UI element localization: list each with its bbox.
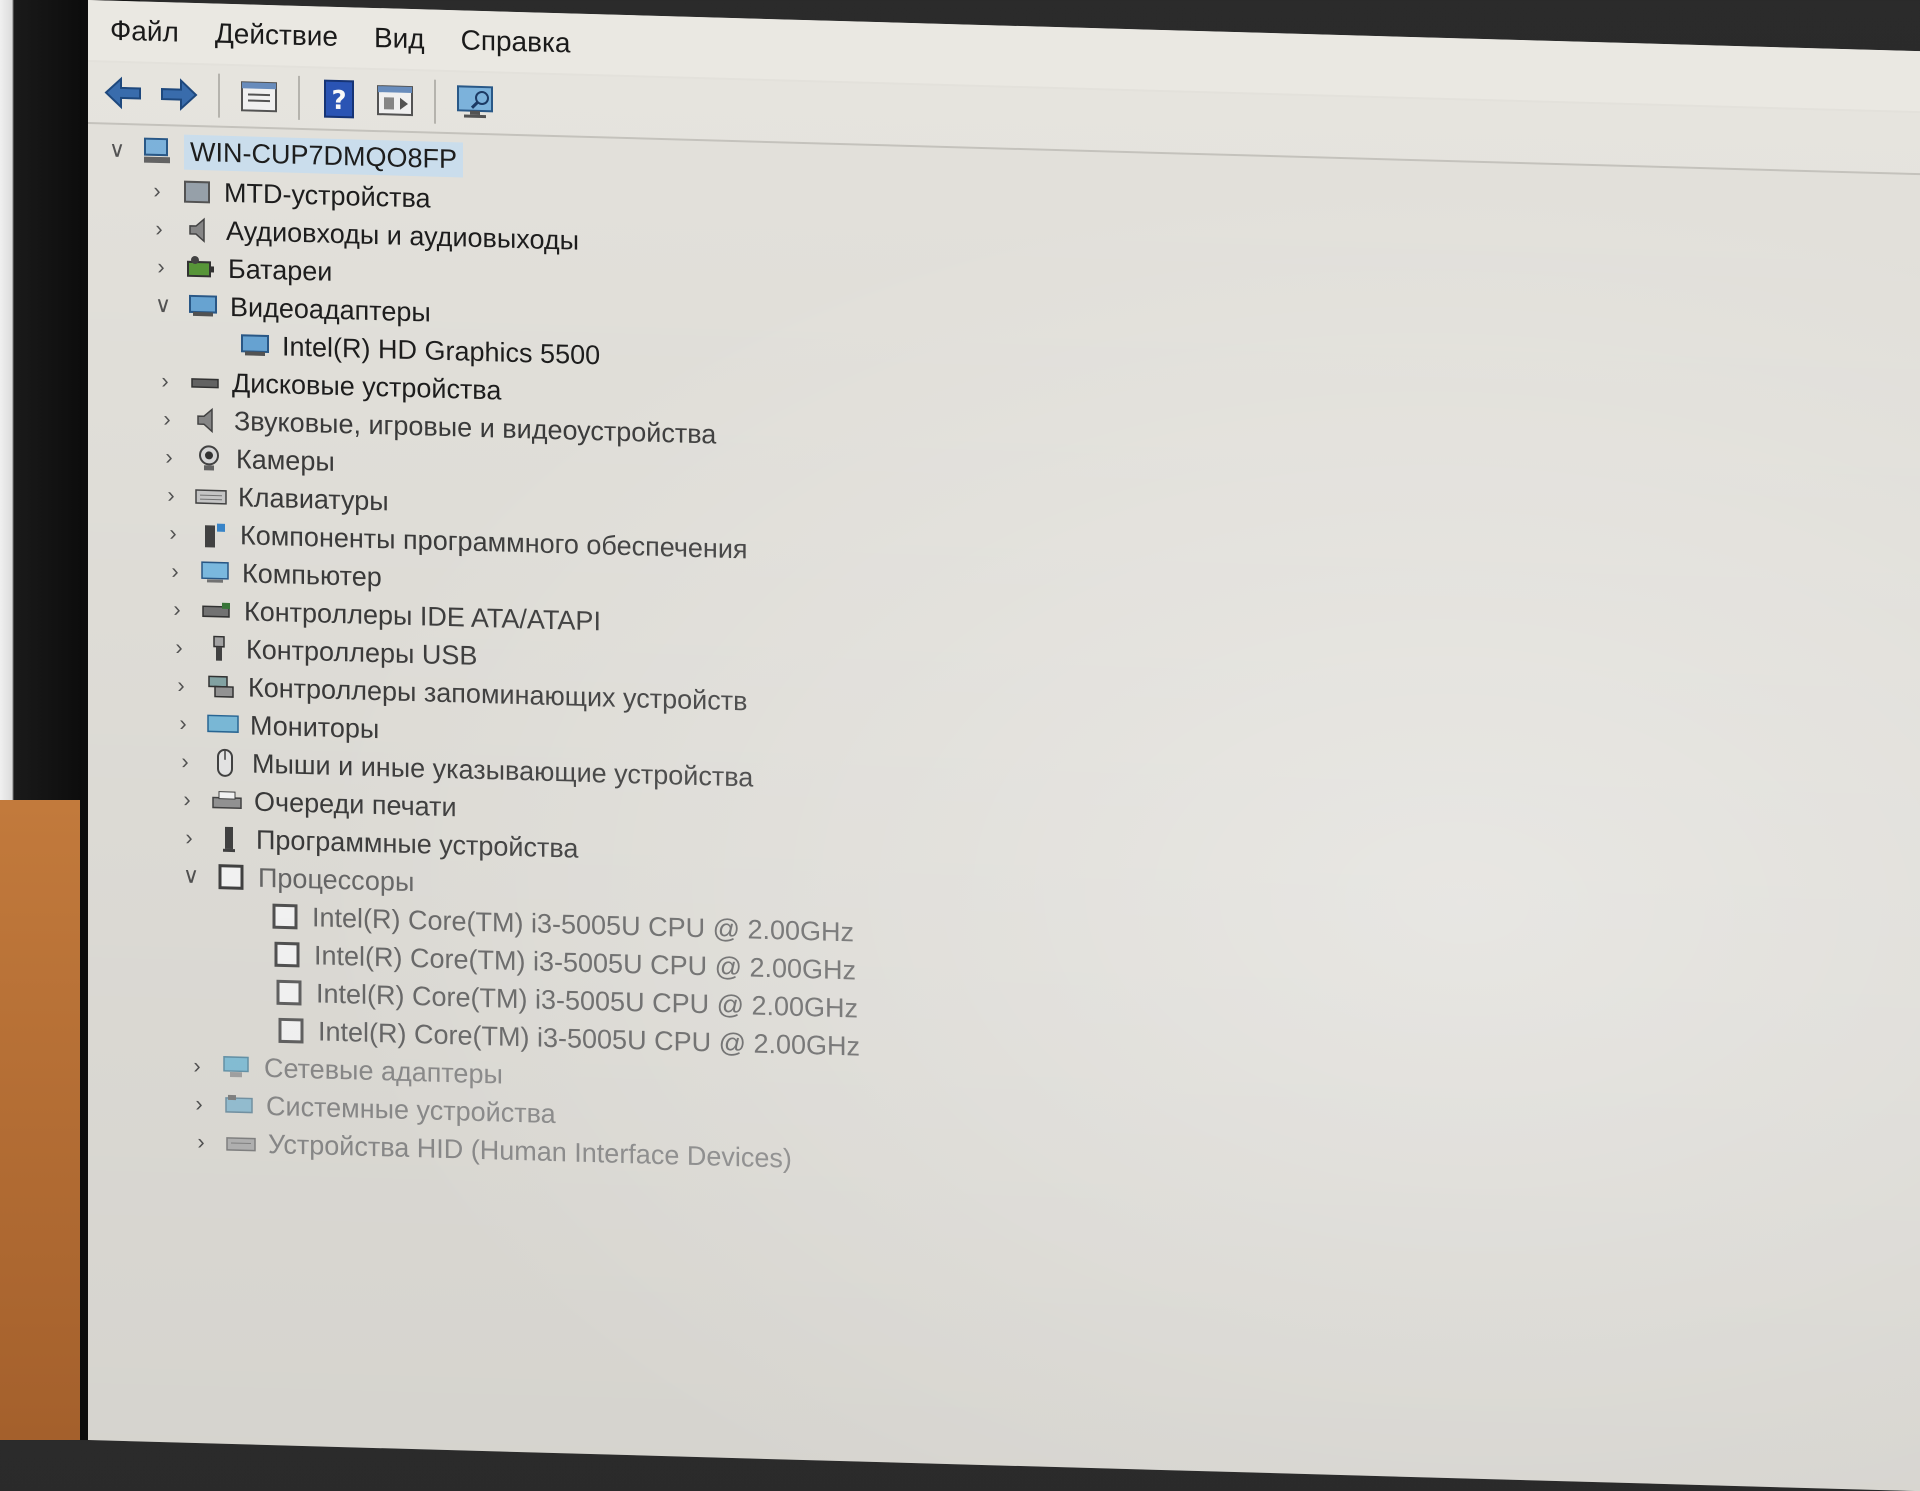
chevron-right-icon[interactable]: › — [152, 404, 182, 435]
printer-icon — [210, 785, 244, 816]
processor-icon — [272, 977, 306, 1008]
chevron-down-icon[interactable]: ∨ — [148, 290, 178, 321]
chevron-right-icon[interactable]: › — [182, 1051, 212, 1082]
chevron-down-icon[interactable]: ∨ — [102, 134, 132, 165]
forward-button[interactable] — [156, 71, 202, 118]
display-adapter-icon — [238, 330, 272, 361]
view-icon — [377, 85, 413, 117]
tree-category-label: Видеоадаптеры — [230, 291, 431, 328]
tree-category-label: Контроллеры IDE ATA/ATAPI — [244, 595, 601, 636]
chevron-right-icon[interactable]: › — [156, 480, 186, 511]
tree-category-label: Процессоры — [258, 862, 415, 897]
processor-icon — [214, 862, 248, 893]
help-icon: ? — [324, 79, 354, 119]
speaker-icon — [190, 405, 224, 436]
chevron-right-icon[interactable]: › — [144, 214, 174, 245]
tree-category-label: Мониторы — [250, 710, 380, 744]
menu-action[interactable]: Действие — [215, 18, 338, 53]
tree-category-label: Контроллеры USB — [246, 633, 478, 671]
properties-button[interactable] — [236, 73, 282, 120]
chevron-right-icon[interactable]: › — [184, 1089, 214, 1120]
speaker-icon — [182, 215, 216, 246]
tree-category-label: Очереди печати — [254, 786, 457, 822]
processor-icon — [270, 939, 304, 970]
disk-drive-icon — [188, 367, 222, 398]
back-arrow-icon — [104, 76, 141, 110]
computer-icon — [140, 135, 174, 166]
back-button[interactable] — [100, 69, 146, 116]
mouse-icon — [208, 747, 242, 778]
tree-category-label: Клавиатуры — [238, 481, 389, 516]
processor-icon — [274, 1015, 308, 1046]
svg-text:?: ? — [331, 86, 346, 116]
usb-icon — [202, 633, 236, 664]
chevron-right-icon[interactable]: › — [164, 632, 194, 663]
tree-category-label: Аудиовходы и аудиовыходы — [226, 215, 580, 256]
chevron-right-icon[interactable]: › — [172, 784, 202, 815]
camera-icon — [192, 443, 226, 474]
forward-arrow-icon — [161, 78, 198, 111]
display-adapter-icon — [186, 291, 220, 322]
computer-icon — [198, 557, 232, 588]
device-tree: ∨ WIN-CUP7DMQO8FP › MTD-устройства › Ауд… — [88, 128, 1920, 1209]
toolbar-separator — [298, 75, 300, 120]
properties-icon — [241, 81, 277, 113]
chevron-right-icon[interactable]: › — [154, 442, 184, 473]
monitor-icon — [206, 709, 240, 740]
help-button[interactable]: ? — [316, 75, 362, 122]
ide-controller-icon — [200, 595, 234, 626]
tree-category-label: Камеры — [236, 443, 335, 477]
tree-category-label: MTD-устройства — [224, 177, 431, 214]
tree-category-label: Дисковые устройства — [232, 367, 502, 406]
tree-device-label: Intel(R) HD Graphics 5500 — [282, 330, 601, 370]
processor-icon — [268, 901, 302, 932]
chevron-right-icon[interactable]: › — [170, 746, 200, 777]
chevron-right-icon[interactable]: › — [166, 670, 196, 701]
chevron-right-icon[interactable]: › — [142, 176, 172, 207]
storage-controller-icon — [204, 671, 238, 702]
tree-category-label: Сетевые адаптеры — [264, 1052, 503, 1090]
chevron-right-icon[interactable]: › — [162, 594, 192, 625]
device-manager-window: Файл Действие Вид Справка ? ∨ WIN-CUP7DM… — [88, 0, 1920, 1491]
toolbar-separator — [218, 73, 220, 118]
tree-category-label: Системные устройства — [266, 1090, 556, 1129]
toolbar-separator — [434, 79, 436, 124]
battery-icon — [184, 253, 218, 284]
keyboard-icon — [194, 481, 228, 512]
tree-root-label: WIN-CUP7DMQO8FP — [184, 134, 464, 177]
tree-category-label: Программные устройства — [256, 824, 579, 864]
desk-surface — [0, 800, 90, 1440]
chevron-down-icon[interactable]: ∨ — [176, 860, 206, 891]
menu-file[interactable]: Файл — [110, 15, 179, 49]
tree-category-label: Компьютер — [242, 557, 382, 592]
chevron-right-icon[interactable]: › — [150, 366, 180, 397]
software-device-icon — [212, 823, 246, 854]
menu-help[interactable]: Справка — [461, 24, 571, 59]
view-button[interactable] — [372, 77, 418, 124]
tree-category-label: Батареи — [228, 253, 333, 287]
software-component-icon — [196, 519, 230, 550]
hid-icon — [224, 1128, 258, 1159]
scan-hardware-button[interactable] — [452, 79, 498, 126]
chevron-right-icon[interactable]: › — [174, 822, 204, 853]
chevron-right-icon[interactable]: › — [160, 556, 190, 587]
mtd-device-icon — [180, 177, 214, 208]
menu-view[interactable]: Вид — [374, 22, 425, 55]
system-device-icon — [222, 1090, 256, 1121]
chevron-right-icon[interactable]: › — [158, 518, 188, 549]
chevron-right-icon[interactable]: › — [146, 252, 176, 283]
monitor-icon — [457, 85, 493, 119]
chevron-right-icon[interactable]: › — [168, 708, 198, 739]
chevron-right-icon[interactable]: › — [186, 1127, 216, 1158]
network-adapter-icon — [220, 1052, 254, 1083]
